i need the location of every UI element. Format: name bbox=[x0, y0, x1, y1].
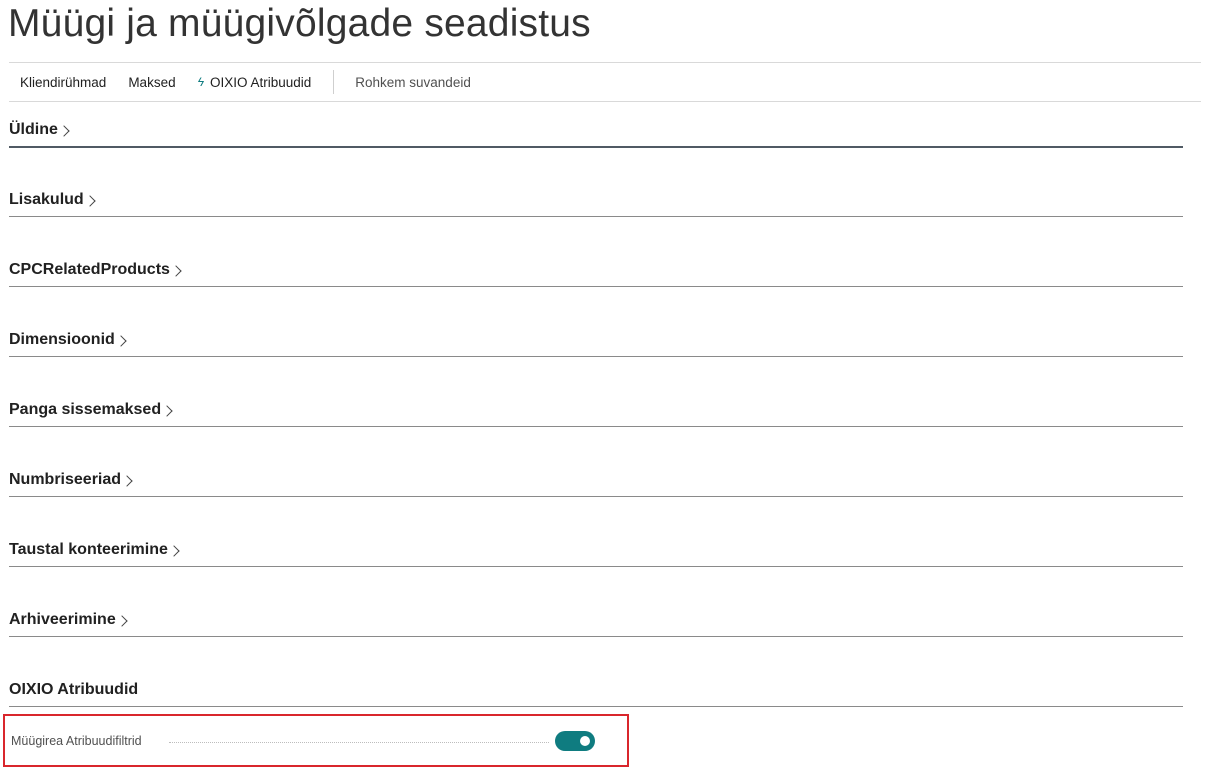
chevron-right-icon bbox=[161, 405, 173, 417]
section-oixio-atribuudid[interactable]: OIXIO Atribuudid bbox=[9, 680, 1183, 707]
section-taustal-konteerimine[interactable]: Taustal konteerimine bbox=[9, 540, 1183, 567]
section-numbriseeriad[interactable]: Numbriseeriad bbox=[9, 470, 1183, 497]
section-arhiveerimine[interactable]: Arhiveerimine bbox=[9, 610, 1183, 637]
section-panga-sissemaksed[interactable]: Panga sissemaksed bbox=[9, 400, 1183, 427]
toggle-knob bbox=[580, 736, 590, 746]
action-separator bbox=[333, 70, 335, 94]
more-options-action[interactable]: Rohkem suvandeid bbox=[344, 63, 482, 101]
oixio-attributes-action-label: OIXIO Atribuudid bbox=[209, 74, 312, 90]
field-leader-dots bbox=[169, 742, 549, 743]
section-title: Arhiveerimine bbox=[9, 611, 116, 628]
oixio-attributes-action[interactable]: ϟ OIXIO Atribuudid bbox=[187, 63, 323, 101]
section-title: Numbriseeriad bbox=[9, 471, 122, 488]
section-title: Taustal konteerimine bbox=[9, 541, 168, 558]
section-title: Lisakulud bbox=[9, 191, 84, 208]
customer-groups-action[interactable]: Kliendirühmad bbox=[9, 63, 117, 101]
sales-line-attribute-filters-toggle[interactable] bbox=[555, 731, 595, 751]
section-uldine[interactable]: Üldine bbox=[9, 120, 1183, 148]
bolt-icon: ϟ bbox=[197, 75, 204, 89]
chevron-right-icon bbox=[116, 615, 128, 627]
action-bar: Kliendirühmad Maksed ϟ OIXIO Atribuudid … bbox=[9, 62, 1201, 102]
chevron-right-icon bbox=[115, 335, 127, 347]
payments-action[interactable]: Maksed bbox=[117, 63, 186, 101]
chevron-right-icon bbox=[170, 265, 182, 277]
section-cpcrelatedproducts[interactable]: CPCRelatedProducts bbox=[9, 260, 1183, 287]
chevron-right-icon bbox=[58, 125, 70, 137]
section-title: Panga sissemaksed bbox=[9, 401, 162, 418]
page-title: Müügi ja müügivõlgade seadistus bbox=[8, 2, 591, 45]
section-dimensioonid[interactable]: Dimensioonid bbox=[9, 330, 1183, 357]
section-title: Dimensioonid bbox=[9, 331, 115, 348]
chevron-right-icon bbox=[121, 475, 133, 487]
section-title: CPCRelatedProducts bbox=[9, 261, 170, 278]
sales-line-attribute-filters-field: Müügirea Atribuudifiltrid bbox=[3, 714, 629, 767]
section-lisakulud[interactable]: Lisakulud bbox=[9, 190, 1183, 217]
section-title: OIXIO Atribuudid bbox=[9, 681, 139, 698]
field-label: Müügirea Atribuudifiltrid bbox=[11, 734, 142, 748]
section-title: Üldine bbox=[9, 121, 58, 138]
chevron-right-icon bbox=[168, 545, 180, 557]
chevron-right-icon bbox=[84, 195, 96, 207]
